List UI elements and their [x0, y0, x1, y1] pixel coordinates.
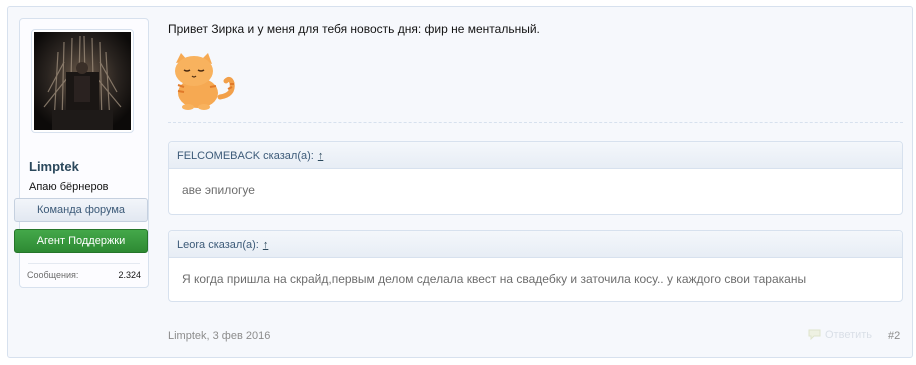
- banner-forum-team: Команда форума: [14, 198, 148, 222]
- user-info-panel: Limptek Апаю бёрнеров Команда форума Аге…: [14, 18, 149, 288]
- messages-label: Сообщения:: [27, 270, 79, 280]
- reply-label: Ответить: [825, 329, 873, 341]
- quote-jump-link[interactable]: ↑: [318, 150, 324, 162]
- quote-author[interactable]: Leora сказал(а):: [177, 239, 259, 251]
- quote-header: Leora сказал(а): ↑: [169, 231, 902, 258]
- user-title: Апаю бёрнеров: [29, 181, 109, 193]
- forum-post: Limptek Апаю бёрнеров Команда форума Аге…: [7, 6, 913, 358]
- message-text: Привет Зирка и у меня для тебя новость д…: [168, 22, 540, 36]
- reply-button[interactable]: Ответить: [808, 329, 872, 341]
- quote-block: Leora сказал(а): ↑ Я когда пришла на скра…: [168, 230, 903, 302]
- quote-text: Я когда пришла на скрайд,первым делом сд…: [182, 272, 807, 286]
- divider: [28, 263, 140, 264]
- quote-author[interactable]: FELCOMEBACK сказал(а):: [177, 150, 314, 162]
- speech-bubble-icon: [808, 329, 821, 340]
- message-content: Привет Зирка и у меня для тебя новость д…: [168, 18, 903, 302]
- avatar-image: [34, 32, 131, 130]
- quote-text: аве эпилогуе: [182, 183, 255, 197]
- banner-support-agent: Агент Поддержки: [14, 229, 148, 253]
- signature-divider: [168, 122, 903, 123]
- quote-block: FELCOMEBACK сказал(а): ↑ аве эпилогуе: [168, 141, 903, 215]
- cat-sticker-image: [175, 53, 235, 110]
- post-number-link[interactable]: #2: [888, 330, 900, 342]
- messages-count: 2.324: [118, 270, 141, 280]
- avatar[interactable]: [31, 29, 134, 133]
- post-author-date[interactable]: Limptek, 3 фев 2016: [168, 330, 270, 342]
- username[interactable]: Limptek: [29, 159, 79, 174]
- quote-jump-link[interactable]: ↑: [263, 239, 269, 251]
- quote-header: FELCOMEBACK сказал(а): ↑: [169, 142, 902, 169]
